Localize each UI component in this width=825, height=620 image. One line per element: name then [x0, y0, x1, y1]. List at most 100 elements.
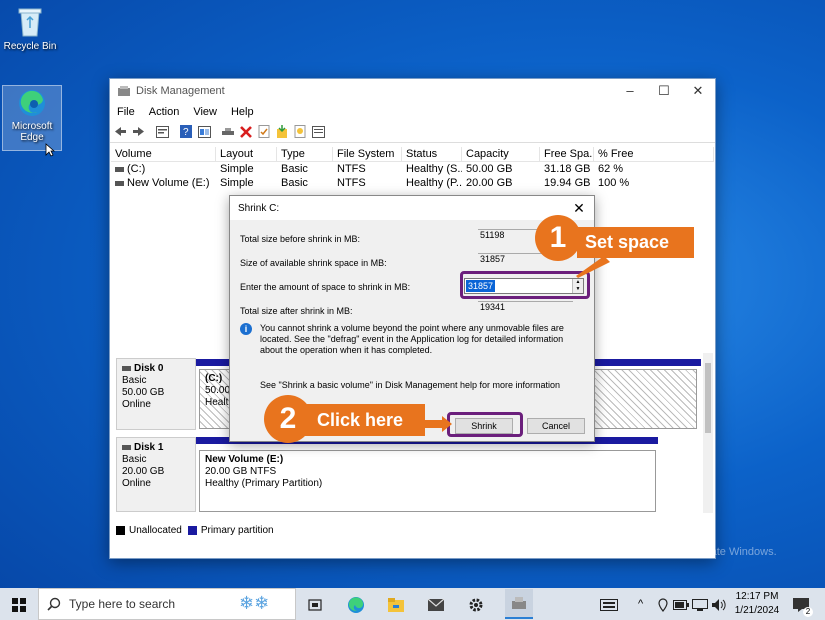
menu-bar: File Action View Help — [110, 103, 715, 121]
help-icon[interactable]: ? — [179, 125, 193, 139]
activation-watermark-subtitle: Go to Settings to activate Windows. — [603, 546, 777, 558]
table-row[interactable]: (C:) Simple Basic NTFS Healthy (S... 50.… — [111, 162, 714, 176]
maximize-button[interactable]: ☐ — [647, 83, 681, 99]
disk-icon — [122, 365, 131, 371]
task-view-icon[interactable] — [306, 596, 324, 614]
show-hidden-icons-button[interactable]: ^ — [638, 588, 643, 620]
disk-management-taskbar-icon[interactable] — [505, 589, 533, 619]
forward-icon[interactable] — [131, 125, 145, 139]
unallocated-swatch — [116, 526, 125, 535]
mouse-cursor-icon — [45, 143, 55, 157]
edge-icon — [19, 90, 45, 116]
shrink-info-text: You cannot shrink a volume beyond the po… — [260, 323, 564, 355]
settings-gear-icon[interactable] — [467, 596, 485, 614]
column-header-status[interactable]: Status — [402, 147, 462, 161]
connect-icon[interactable] — [221, 125, 235, 139]
step-1-text: Set space — [585, 232, 670, 252]
menu-action[interactable]: Action — [149, 106, 180, 118]
disk-area-scrollbar[interactable] — [703, 353, 713, 513]
network-icon[interactable] — [691, 596, 709, 614]
volume-icon[interactable] — [710, 596, 728, 614]
disk-0-label[interactable]: Disk 0 Basic 50.00 GB Online — [116, 358, 196, 430]
column-header-layout[interactable]: Layout — [216, 147, 277, 161]
menu-help[interactable]: Help — [231, 106, 254, 118]
legend-primary: Primary partition — [200, 525, 274, 536]
battery-icon[interactable] — [672, 596, 690, 614]
list-icon[interactable] — [311, 125, 325, 139]
column-header-type[interactable]: Type — [277, 147, 333, 161]
edge-taskbar-icon[interactable] — [347, 596, 365, 614]
location-icon[interactable] — [654, 596, 672, 614]
disk-management-app-icon — [118, 85, 130, 96]
volume-drive-icon — [115, 180, 124, 186]
search-icon[interactable] — [293, 125, 307, 139]
step-2-text: Click here — [317, 410, 404, 430]
start-button[interactable] — [10, 596, 28, 614]
disk-1-size: 20.00 GB — [122, 466, 165, 477]
window-titlebar[interactable]: Disk Management – ☐ ✕ — [110, 79, 715, 103]
delete-icon[interactable] — [239, 125, 253, 139]
partition-e[interactable]: New Volume (E:) 20.00 GB NTFS Healthy (P… — [199, 450, 656, 512]
edge-label-line2: Edge — [20, 132, 44, 143]
windows-logo-icon — [12, 598, 26, 612]
disk-1-type: Basic — [122, 454, 147, 465]
volume-drive-icon — [115, 166, 124, 172]
shrink-amount-label: Enter the amount of space to shrink in M… — [240, 282, 411, 292]
check-icon[interactable] — [257, 125, 271, 139]
percent-free-cell: 100 % — [598, 177, 630, 189]
file-explorer-icon[interactable] — [387, 596, 405, 614]
menu-file[interactable]: File — [117, 106, 135, 118]
column-header-capacity[interactable]: Capacity — [462, 147, 540, 161]
volume-cell: (C:) — [111, 162, 216, 176]
mail-icon[interactable] — [427, 596, 445, 614]
notification-center-icon[interactable]: 2 — [792, 596, 813, 617]
back-icon[interactable] — [113, 125, 127, 139]
partition-e-size: 20.00 GB NTFS — [205, 466, 277, 477]
import-icon[interactable] — [275, 125, 289, 139]
free-space-cell: 19.94 GB — [544, 177, 591, 189]
search-icon — [47, 597, 61, 611]
legend-unallocated: Unallocated — [129, 525, 182, 536]
scrollbar-thumb[interactable] — [705, 363, 711, 433]
disk-1-name: Disk 1 — [134, 442, 164, 453]
close-button[interactable]: ✕ — [681, 83, 715, 99]
capacity-cell: 50.00 GB — [466, 163, 513, 175]
filesystem-cell: NTFS — [337, 177, 366, 189]
shrink-dialog-title: Shrink C: — [238, 202, 280, 214]
taskbar-search-box[interactable]: Type here to search ❄❄ — [38, 588, 296, 620]
taskbar-clock[interactable]: 12:17 PM 1/21/2024 — [730, 590, 784, 618]
layout-cell: Simple — [220, 177, 254, 189]
recycle-bin-desktop-icon[interactable]: Recycle Bin — [0, 6, 60, 52]
disk-1-label[interactable]: Disk 1 Basic 20.00 GB Online — [116, 437, 196, 512]
volume-cell: New Volume (E:) — [111, 176, 216, 190]
step-2-badge: 2 — [264, 395, 312, 443]
snowflake-icon: ❄❄ — [239, 593, 270, 613]
console-icon[interactable] — [197, 125, 211, 139]
disk-icon — [122, 444, 131, 450]
keyboard-icon[interactable] — [600, 596, 618, 614]
menu-view[interactable]: View — [193, 106, 217, 118]
column-header-volume[interactable]: Volume — [111, 147, 216, 161]
edge-desktop-icon[interactable]: Microsoft Edge — [2, 85, 62, 151]
tray-expand-icon: ^ — [638, 598, 644, 610]
column-header-percent-free[interactable]: % Free — [594, 147, 714, 161]
column-header-free-space[interactable]: Free Spa... — [540, 147, 594, 161]
cancel-button[interactable]: Cancel — [527, 418, 585, 434]
percent-free-cell: 62 % — [598, 163, 624, 175]
shrink-help-text: See "Shrink a basic volume" in Disk Mana… — [260, 380, 561, 390]
primary-swatch — [187, 526, 197, 535]
disk-1-state: Online — [122, 478, 151, 489]
type-cell: Basic — [281, 177, 308, 189]
shrink-dialog-titlebar[interactable]: Shrink C: ✕ — [230, 196, 594, 220]
toolbar: ? — [110, 121, 715, 143]
total-after-label: Total size after shrink in MB: — [240, 306, 353, 316]
properties-icon[interactable] — [155, 125, 169, 139]
notification-count: 2 — [803, 607, 813, 617]
table-row[interactable]: New Volume (E:) Simple Basic NTFS Health… — [111, 176, 714, 190]
disk-0-name: Disk 0 — [134, 363, 164, 374]
dialog-close-button[interactable]: ✕ — [564, 200, 594, 217]
minimize-button[interactable]: – — [613, 83, 647, 99]
disk-0-size: 50.00 GB — [122, 387, 165, 398]
shrink-amount-highlight — [460, 271, 590, 299]
column-header-file-system[interactable]: File System — [333, 147, 402, 161]
